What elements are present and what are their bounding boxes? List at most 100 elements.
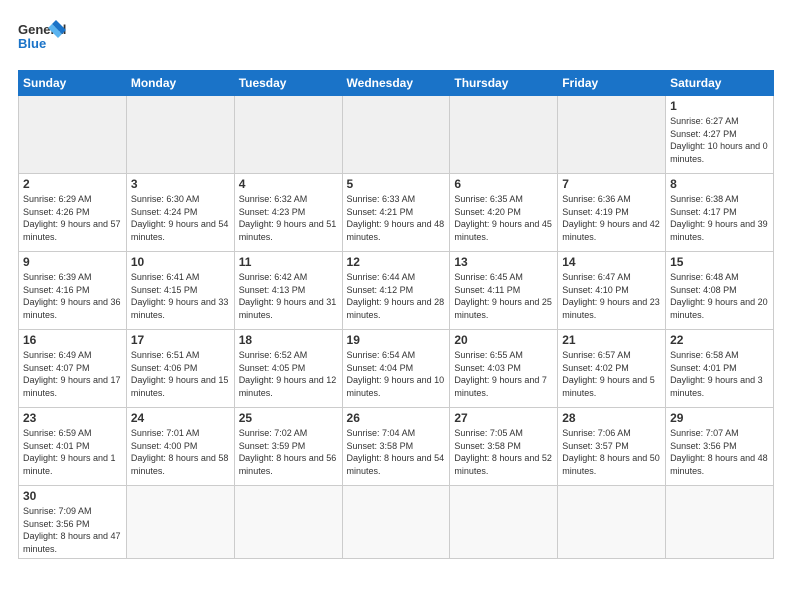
day-number: 4 <box>239 177 338 191</box>
day-number: 30 <box>23 489 122 503</box>
calendar-cell: 26 Sunrise: 7:04 AM Sunset: 3:58 PM Dayli… <box>342 408 450 486</box>
day-info: Sunrise: 7:05 AM Sunset: 3:58 PM Dayligh… <box>454 427 553 477</box>
day-number: 24 <box>131 411 230 425</box>
calendar-cell: 15 Sunrise: 6:48 AM Sunset: 4:08 PM Dayli… <box>666 252 774 330</box>
day-number: 16 <box>23 333 122 347</box>
day-info: Sunrise: 7:04 AM Sunset: 3:58 PM Dayligh… <box>347 427 446 477</box>
day-info: Sunrise: 7:06 AM Sunset: 3:57 PM Dayligh… <box>562 427 661 477</box>
calendar-cell: 24 Sunrise: 7:01 AM Sunset: 4:00 PM Dayli… <box>126 408 234 486</box>
day-info: Sunrise: 6:48 AM Sunset: 4:08 PM Dayligh… <box>670 271 769 321</box>
page: General Blue SundayMondayTuesdayWednesda… <box>0 0 792 569</box>
day-number: 12 <box>347 255 446 269</box>
weekday-header-saturday: Saturday <box>666 71 774 96</box>
calendar-cell: 25Sunrise: 7:02 AM Sunset: 3:59 PM Dayli… <box>234 408 342 486</box>
day-number: 13 <box>454 255 553 269</box>
day-info: Sunrise: 7:07 AM Sunset: 3:56 PM Dayligh… <box>670 427 769 477</box>
logo: General Blue <box>18 18 68 60</box>
day-number: 9 <box>23 255 122 269</box>
day-number: 21 <box>562 333 661 347</box>
weekday-header-row: SundayMondayTuesdayWednesdayThursdayFrid… <box>19 71 774 96</box>
day-info: Sunrise: 6:42 AM Sunset: 4:13 PM Dayligh… <box>239 271 338 321</box>
header: General Blue <box>18 18 774 60</box>
day-info: Sunrise: 6:29 AM Sunset: 4:26 PM Dayligh… <box>23 193 122 243</box>
day-info: Sunrise: 6:49 AM Sunset: 4:07 PM Dayligh… <box>23 349 122 399</box>
day-number: 22 <box>670 333 769 347</box>
day-number: 2 <box>23 177 122 191</box>
calendar-cell <box>342 96 450 174</box>
day-number: 23 <box>23 411 122 425</box>
day-number: 15 <box>670 255 769 269</box>
calendar-cell: 9 Sunrise: 6:39 AM Sunset: 4:16 PM Daylig… <box>19 252 127 330</box>
day-number: 18 <box>239 333 338 347</box>
day-info: Sunrise: 6:57 AM Sunset: 4:02 PM Dayligh… <box>562 349 661 399</box>
day-number: 27 <box>454 411 553 425</box>
calendar-cell <box>666 486 774 559</box>
day-info: Sunrise: 6:47 AM Sunset: 4:10 PM Dayligh… <box>562 271 661 321</box>
weekday-header-wednesday: Wednesday <box>342 71 450 96</box>
calendar-cell: 13 Sunrise: 6:45 AM Sunset: 4:11 PM Dayli… <box>450 252 558 330</box>
day-info: Sunrise: 6:59 AM Sunset: 4:01 PM Dayligh… <box>23 427 122 477</box>
calendar-cell <box>234 486 342 559</box>
day-number: 1 <box>670 99 769 113</box>
day-info: Sunrise: 6:55 AM Sunset: 4:03 PM Dayligh… <box>454 349 553 399</box>
day-info: Sunrise: 7:01 AM Sunset: 4:00 PM Dayligh… <box>131 427 230 477</box>
day-info: Sunrise: 7:09 AM Sunset: 3:56 PM Dayligh… <box>23 505 122 555</box>
weekday-header-tuesday: Tuesday <box>234 71 342 96</box>
calendar-cell: 16 Sunrise: 6:49 AM Sunset: 4:07 PM Dayli… <box>19 330 127 408</box>
weekday-header-monday: Monday <box>126 71 234 96</box>
calendar-cell: 6Sunrise: 6:35 AM Sunset: 4:20 PM Daylig… <box>450 174 558 252</box>
calendar-cell: 23 Sunrise: 6:59 AM Sunset: 4:01 PM Dayli… <box>19 408 127 486</box>
svg-text:Blue: Blue <box>18 36 46 51</box>
calendar: SundayMondayTuesdayWednesdayThursdayFrid… <box>18 70 774 559</box>
calendar-row: 16 Sunrise: 6:49 AM Sunset: 4:07 PM Dayli… <box>19 330 774 408</box>
calendar-cell <box>342 486 450 559</box>
calendar-cell: 20 Sunrise: 6:55 AM Sunset: 4:03 PM Dayli… <box>450 330 558 408</box>
day-number: 19 <box>347 333 446 347</box>
calendar-cell: 29 Sunrise: 7:07 AM Sunset: 3:56 PM Dayli… <box>666 408 774 486</box>
calendar-cell: 21 Sunrise: 6:57 AM Sunset: 4:02 PM Dayli… <box>558 330 666 408</box>
calendar-cell: 3Sunrise: 6:30 AM Sunset: 4:24 PM Daylig… <box>126 174 234 252</box>
calendar-cell: 18 Sunrise: 6:52 AM Sunset: 4:05 PM Dayli… <box>234 330 342 408</box>
calendar-cell: 2 Sunrise: 6:29 AM Sunset: 4:26 PM Daylig… <box>19 174 127 252</box>
calendar-cell <box>234 96 342 174</box>
calendar-row: 2 Sunrise: 6:29 AM Sunset: 4:26 PM Daylig… <box>19 174 774 252</box>
day-info: Sunrise: 6:36 AM Sunset: 4:19 PM Dayligh… <box>562 193 661 243</box>
calendar-cell: 27 Sunrise: 7:05 AM Sunset: 3:58 PM Dayli… <box>450 408 558 486</box>
calendar-row: 30 Sunrise: 7:09 AM Sunset: 3:56 PM Dayli… <box>19 486 774 559</box>
day-info: Sunrise: 6:44 AM Sunset: 4:12 PM Dayligh… <box>347 271 446 321</box>
calendar-cell: 12 Sunrise: 6:44 AM Sunset: 4:12 PM Dayli… <box>342 252 450 330</box>
calendar-cell: 8Sunrise: 6:38 AM Sunset: 4:17 PM Daylig… <box>666 174 774 252</box>
day-number: 28 <box>562 411 661 425</box>
day-number: 5 <box>347 177 446 191</box>
day-info: Sunrise: 6:45 AM Sunset: 4:11 PM Dayligh… <box>454 271 553 321</box>
calendar-row: 9 Sunrise: 6:39 AM Sunset: 4:16 PM Daylig… <box>19 252 774 330</box>
calendar-cell: 28 Sunrise: 7:06 AM Sunset: 3:57 PM Dayli… <box>558 408 666 486</box>
day-number: 26 <box>347 411 446 425</box>
day-info: Sunrise: 6:54 AM Sunset: 4:04 PM Dayligh… <box>347 349 446 399</box>
calendar-cell: 14 Sunrise: 6:47 AM Sunset: 4:10 PM Dayli… <box>558 252 666 330</box>
calendar-cell: 5Sunrise: 6:33 AM Sunset: 4:21 PM Daylig… <box>342 174 450 252</box>
calendar-cell: 17Sunrise: 6:51 AM Sunset: 4:06 PM Dayli… <box>126 330 234 408</box>
calendar-cell <box>126 486 234 559</box>
day-number: 10 <box>131 255 230 269</box>
day-number: 29 <box>670 411 769 425</box>
day-info: Sunrise: 6:30 AM Sunset: 4:24 PM Dayligh… <box>131 193 230 243</box>
weekday-header-thursday: Thursday <box>450 71 558 96</box>
logo-svg: General Blue <box>18 18 68 60</box>
calendar-cell <box>19 96 127 174</box>
day-number: 20 <box>454 333 553 347</box>
day-number: 11 <box>239 255 338 269</box>
calendar-cell: 19 Sunrise: 6:54 AM Sunset: 4:04 PM Dayli… <box>342 330 450 408</box>
day-info: Sunrise: 6:32 AM Sunset: 4:23 PM Dayligh… <box>239 193 338 243</box>
day-info: Sunrise: 6:39 AM Sunset: 4:16 PM Dayligh… <box>23 271 122 321</box>
calendar-cell: 11 Sunrise: 6:42 AM Sunset: 4:13 PM Dayli… <box>234 252 342 330</box>
day-number: 6 <box>454 177 553 191</box>
calendar-cell <box>450 96 558 174</box>
day-number: 14 <box>562 255 661 269</box>
calendar-cell <box>126 96 234 174</box>
day-info: Sunrise: 6:27 AM Sunset: 4:27 PM Dayligh… <box>670 115 769 165</box>
calendar-cell: 10Sunrise: 6:41 AM Sunset: 4:15 PM Dayli… <box>126 252 234 330</box>
calendar-cell <box>558 486 666 559</box>
day-info: Sunrise: 6:52 AM Sunset: 4:05 PM Dayligh… <box>239 349 338 399</box>
calendar-cell: 30 Sunrise: 7:09 AM Sunset: 3:56 PM Dayli… <box>19 486 127 559</box>
